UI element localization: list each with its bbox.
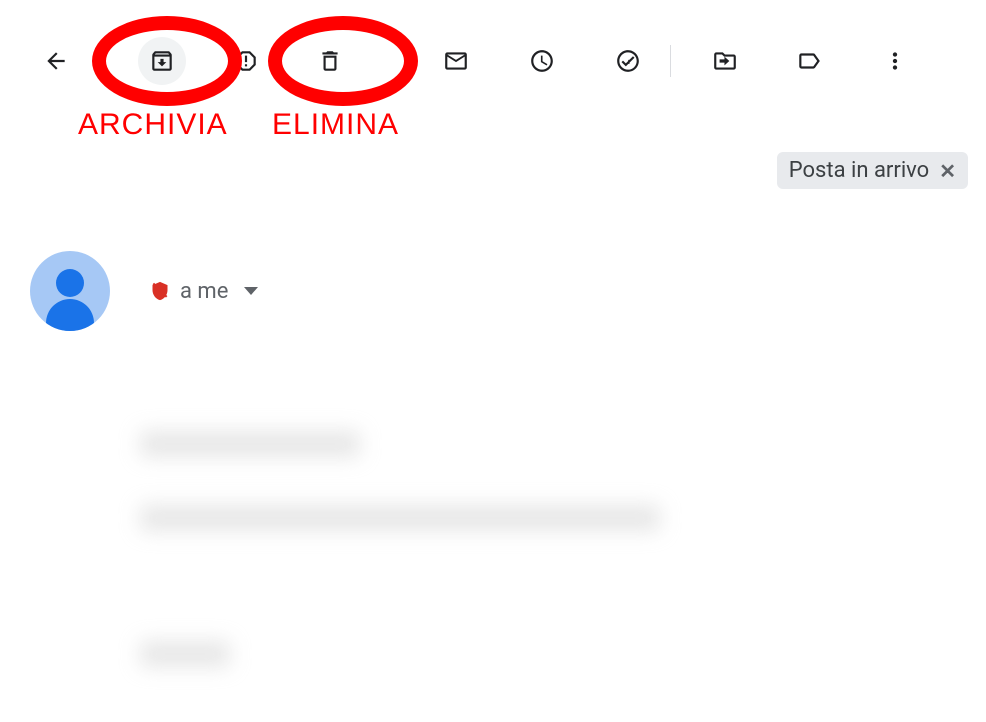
clock-icon bbox=[529, 48, 555, 74]
move-to-button[interactable] bbox=[701, 37, 749, 85]
recipient-text: a me bbox=[180, 279, 228, 304]
arrow-back-icon bbox=[43, 48, 69, 74]
chevron-down-icon bbox=[244, 287, 258, 295]
sender-avatar[interactable] bbox=[30, 251, 110, 331]
close-icon[interactable]: ✕ bbox=[939, 159, 956, 183]
annotation-label-delete: ELIMINA bbox=[272, 108, 399, 142]
label-icon bbox=[796, 48, 822, 74]
avatar-body-shape bbox=[46, 299, 94, 331]
snooze-button[interactable] bbox=[518, 37, 566, 85]
no-encryption-icon bbox=[150, 281, 170, 301]
inbox-label-text: Posta in arrivo bbox=[789, 158, 930, 183]
archive-icon bbox=[149, 48, 175, 74]
recipient-dropdown[interactable]: a me bbox=[150, 279, 258, 304]
toolbar-divider bbox=[670, 45, 671, 77]
avatar-head-shape bbox=[56, 269, 84, 297]
add-task-button[interactable] bbox=[604, 37, 652, 85]
mark-unread-button[interactable] bbox=[432, 37, 480, 85]
back-button[interactable] bbox=[32, 37, 80, 85]
spam-icon bbox=[233, 48, 259, 74]
labels-button[interactable] bbox=[785, 37, 833, 85]
more-button[interactable] bbox=[871, 37, 919, 85]
task-add-icon bbox=[615, 48, 641, 74]
trash-icon bbox=[317, 48, 343, 74]
email-toolbar bbox=[0, 0, 986, 90]
delete-button[interactable] bbox=[306, 37, 354, 85]
inbox-label-chip[interactable]: Posta in arrivo ✕ bbox=[777, 152, 968, 189]
archive-button[interactable] bbox=[138, 37, 186, 85]
more-vert-icon bbox=[882, 48, 908, 74]
redacted-line bbox=[140, 431, 360, 457]
redacted-line bbox=[140, 641, 230, 667]
redacted-line bbox=[140, 505, 660, 531]
annotation-label-archive: ARCHIVIA bbox=[78, 108, 228, 142]
folder-move-icon bbox=[712, 48, 738, 74]
mail-icon bbox=[443, 48, 469, 74]
email-body bbox=[0, 431, 986, 667]
spam-button[interactable] bbox=[222, 37, 270, 85]
